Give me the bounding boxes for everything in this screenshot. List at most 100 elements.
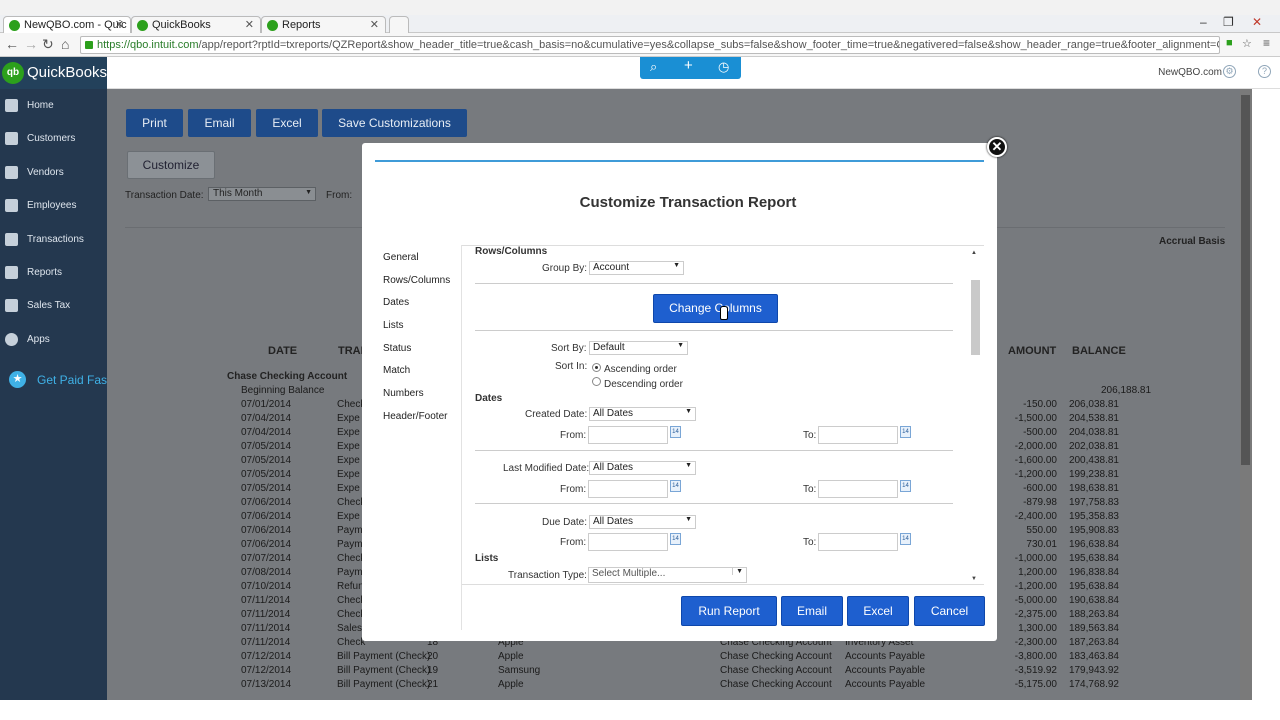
back-icon[interactable]: ← [5, 36, 19, 52]
dialog-excel-button[interactable]: Excel [847, 596, 909, 626]
browser-menu-icon[interactable]: ≡ [1263, 36, 1270, 50]
column-header-amount[interactable]: AMOUNT [1008, 345, 1056, 357]
sidebar-item-transactions[interactable]: Transactions [0, 227, 107, 255]
change-columns-button[interactable]: Change Columns [653, 294, 778, 323]
excel-button[interactable]: Excel [256, 109, 318, 137]
transaction-date-label: Transaction Date: [125, 190, 204, 201]
cell-num: 20 [427, 651, 439, 662]
calendar-icon[interactable]: 14 [900, 533, 911, 545]
cell-type: Expe [337, 455, 360, 466]
table-row[interactable]: 07/12/2014 Bill Payment (Check) 19 Samsung C… [227, 665, 1240, 679]
window-close-icon[interactable]: ✕ [1252, 15, 1262, 29]
dialog-email-button[interactable]: Email [781, 596, 843, 626]
rows-columns-heading: Rows/Columns [475, 246, 548, 257]
calendar-icon[interactable]: 14 [670, 426, 681, 438]
recent-clock-icon[interactable]: ◷ [718, 59, 729, 75]
forward-icon[interactable]: → [24, 36, 38, 52]
scroll-down-icon[interactable]: ▼ [971, 576, 977, 582]
reload-icon[interactable]: ↻ [42, 36, 54, 53]
close-dialog-icon[interactable]: ✕ [987, 137, 1007, 157]
cell-num: 21 [427, 679, 439, 690]
due-to-input[interactable] [818, 533, 898, 551]
save-customizations-button[interactable]: Save Customizations [322, 109, 467, 137]
sidebar-item-employees[interactable]: Employees [0, 193, 107, 221]
cell-date: 07/06/2014 [241, 511, 292, 522]
scrollbar-thumb[interactable] [1241, 95, 1250, 465]
nav-header-footer[interactable]: Header/Footer [383, 411, 447, 422]
panel-scroll-thumb[interactable] [971, 280, 980, 355]
descending-radio[interactable] [592, 377, 601, 386]
sidebar-item-apps[interactable]: Apps [0, 327, 107, 355]
nav-status[interactable]: Status [383, 343, 411, 354]
nav-general[interactable]: General [383, 252, 419, 263]
sidebar-item-reports[interactable]: Reports [0, 260, 107, 288]
nav-numbers[interactable]: Numbers [383, 388, 424, 399]
calendar-icon[interactable]: 14 [670, 533, 681, 545]
column-header-date[interactable]: DATE [268, 345, 297, 357]
sidebar-item-label: Sales Tax [27, 300, 71, 311]
cancel-button[interactable]: Cancel [914, 596, 985, 626]
browser-tab-reports[interactable]: Reports ✕ [261, 16, 386, 33]
sidebar-item-home[interactable]: Home [0, 93, 107, 121]
create-plus-icon[interactable]: + [684, 57, 693, 74]
close-tab-icon[interactable]: ✕ [115, 18, 124, 31]
cell-name: Apple [498, 651, 524, 662]
divider [475, 330, 953, 331]
calendar-icon[interactable]: 14 [900, 426, 911, 438]
email-button[interactable]: Email [188, 109, 251, 137]
browser-tab-newqbo[interactable]: NewQBO.com - Quic ✕ [3, 16, 131, 33]
table-row[interactable]: 07/12/2014 Bill Payment (Check) 20 Apple Cha… [227, 651, 1240, 665]
nav-match[interactable]: Match [383, 365, 410, 376]
nav-lists[interactable]: Lists [383, 320, 404, 331]
modified-to-input[interactable] [818, 480, 898, 498]
url-field[interactable]: https://qbo.intuit.com/app/report?rptId=… [80, 36, 1220, 54]
due-date-value: All Dates [593, 516, 634, 527]
page-scrollbar[interactable] [1240, 89, 1252, 700]
created-from-label: From: [560, 430, 587, 441]
minimize-icon[interactable]: – [1200, 15, 1207, 29]
sort-by-select[interactable]: Default ▼ [589, 341, 688, 355]
company-name[interactable]: NewQBO.com [1158, 67, 1222, 78]
new-tab-button[interactable] [389, 16, 409, 33]
created-from-input[interactable] [588, 426, 668, 444]
sidebar-item-sales-tax[interactable]: Sales Tax [0, 293, 107, 321]
panel-scrollbar[interactable]: ▲ ▼ [968, 246, 980, 584]
gear-icon[interactable]: ⚙ [1223, 65, 1236, 78]
nav-rows-columns[interactable]: Rows/Columns [383, 275, 450, 286]
calendar-icon[interactable]: 14 [670, 480, 681, 492]
nav-dates[interactable]: Dates [383, 297, 409, 308]
cell-amount: -600.00 [1023, 483, 1057, 494]
sidebar-item-vendors[interactable]: Vendors [0, 160, 107, 188]
maximize-icon[interactable]: ❐ [1223, 15, 1234, 29]
get-paid-fast-link[interactable]: ★ Get Paid Fas [0, 366, 107, 394]
calendar-icon[interactable]: 14 [900, 480, 911, 492]
quickbooks-logo[interactable]: qb QuickBooks [0, 57, 107, 89]
due-from-input[interactable] [588, 533, 668, 551]
customize-button[interactable]: Customize [127, 151, 215, 179]
run-report-button[interactable]: Run Report [681, 596, 777, 626]
table-row[interactable]: 07/13/2014 Bill Payment (Check) 21 Apple Cha… [227, 679, 1240, 693]
home-icon[interactable]: ⌂ [61, 36, 69, 52]
cell-date: 07/05/2014 [241, 441, 292, 452]
due-date-select[interactable]: All Dates ▼ [589, 515, 696, 529]
close-tab-icon[interactable]: ✕ [245, 18, 254, 31]
quickbooks-favicon-icon [9, 20, 20, 31]
group-by-select[interactable]: Account ▼ [589, 261, 684, 275]
transaction-date-select[interactable]: This Month ▼ [208, 187, 316, 201]
sidebar-item-customers[interactable]: Customers [0, 126, 107, 154]
browser-tab-quickbooks[interactable]: QuickBooks ✕ [131, 16, 261, 33]
created-to-input[interactable] [818, 426, 898, 444]
close-tab-icon[interactable]: ✕ [370, 18, 379, 31]
ascending-radio[interactable] [592, 363, 601, 372]
print-button[interactable]: Print [126, 109, 183, 137]
help-icon[interactable]: ? [1258, 65, 1271, 78]
search-icon[interactable]: ⌕ [650, 59, 657, 75]
modified-from-input[interactable] [588, 480, 668, 498]
created-date-select[interactable]: All Dates ▼ [589, 407, 696, 421]
scroll-up-icon[interactable]: ▲ [971, 250, 977, 256]
bookmark-star-icon[interactable]: ☆ [1242, 37, 1252, 50]
extension-icon[interactable]: ■ [1226, 37, 1233, 49]
column-header-balance[interactable]: BALANCE [1072, 345, 1126, 357]
transaction-type-select[interactable]: Select Multiple... ▼ [588, 567, 747, 583]
last-modified-select[interactable]: All Dates ▼ [589, 461, 696, 475]
